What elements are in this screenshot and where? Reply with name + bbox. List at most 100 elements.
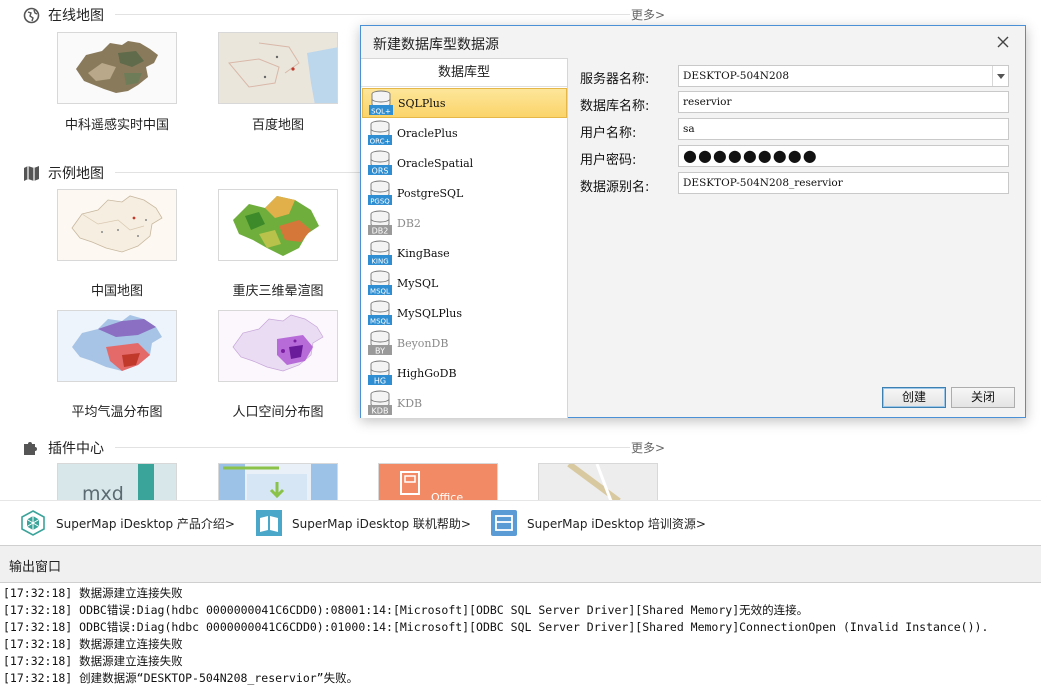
close-icon [997, 36, 1009, 48]
svg-text:DB2: DB2 [372, 227, 389, 236]
training-resource-link[interactable]: SuperMap iDesktop 培训资源> [491, 510, 706, 536]
thumb-label-chongqing-3d[interactable]: 重庆三维晕渲图 [198, 280, 358, 299]
sample-maps-header: 示例地图 [22, 163, 104, 183]
db-type-label: BeyonDB [397, 336, 449, 350]
svg-text:PGSQ: PGSQ [370, 198, 390, 206]
online-maps-title: 在线地图 [48, 8, 104, 24]
thumb-label-china-map[interactable]: 中国地图 [37, 280, 197, 299]
sample-maps-title: 示例地图 [48, 166, 104, 182]
output-window-title: 输出窗口 [9, 560, 62, 575]
db-type-highgodb[interactable]: HG HighGoDB [362, 358, 567, 388]
output-window-header[interactable]: 输出窗口 [0, 545, 1041, 583]
output-window-log[interactable]: [17:32:18] 数据源建立连接失败 [17:32:18] ODBC错误:D… [0, 583, 1041, 697]
db-type-beyondb[interactable]: BY BeyonDB [362, 328, 567, 358]
map-icon [22, 164, 40, 182]
db-type-label: OraclePlus [397, 126, 458, 140]
svg-text:KING: KING [371, 258, 388, 266]
datasource-alias-input[interactable]: DESKTOP-504N208_reservior [678, 172, 1009, 194]
thumb-label-population[interactable]: 人口空间分布图 [198, 401, 358, 420]
user-name-input[interactable]: sa [678, 118, 1009, 140]
svg-text:BY: BY [375, 347, 385, 356]
thumb-label-baidu-map[interactable]: 百度地图 [198, 114, 358, 133]
password-input[interactable]: ●●●●●●●●● [678, 145, 1009, 167]
online-maps-header: 在线地图 [22, 5, 104, 25]
create-button[interactable]: 创建 [882, 387, 946, 408]
svg-text:MSQL: MSQL [370, 318, 390, 326]
db-type-label: KDB [397, 396, 423, 410]
db-type-kingbase[interactable]: KING KingBase [362, 238, 567, 268]
db-type-db2[interactable]: DB2 DB2 [362, 208, 567, 238]
product-intro-icon [21, 510, 45, 536]
online-maps-more-link[interactable]: 更多> [631, 6, 665, 23]
close-button[interactable]: 关闭 [951, 387, 1015, 408]
database-icon: DB2 [368, 210, 392, 236]
db-type-label: KingBase [397, 246, 450, 260]
thumb-label-realtime-china[interactable]: 中科遥感实时中国 [37, 114, 197, 133]
training-resource-label: SuperMap iDesktop 培训资源> [527, 516, 706, 531]
server-name-value: DESKTOP-504N208 [683, 70, 790, 82]
chevron-down-icon[interactable] [992, 66, 1008, 86]
server-name-combobox[interactable]: DESKTOP-504N208 [678, 65, 1009, 87]
database-icon: KDB [368, 390, 392, 416]
thumb-label-avg-temperature[interactable]: 平均气温分布图 [37, 401, 197, 420]
log-line: [17:32:18] ODBC错误:Diag(hdbc 0000000041C6… [3, 620, 989, 634]
resource-bar: SuperMap iDesktop 产品介绍> SuperMap iDeskto… [0, 500, 1041, 545]
log-line: [17:32:18] 数据源建立连接失败 [3, 637, 183, 651]
section-divider [115, 447, 630, 448]
db-type-mysqlplus[interactable]: MSQL MySQLPlus [362, 298, 567, 328]
globe-icon [22, 6, 40, 24]
database-name-input[interactable]: reservior [678, 91, 1009, 113]
svg-text:MSQL: MSQL [370, 288, 390, 296]
database-icon: ORS [368, 150, 392, 176]
plugins-more-link[interactable]: 更多> [631, 439, 665, 456]
plugins-title: 插件中心 [48, 441, 104, 457]
db-type-label: HighGoDB [397, 366, 457, 380]
database-icon: KING [368, 240, 392, 266]
db-type-label: MySQL [397, 276, 439, 290]
database-type-panel: 数据库型 SQL+ SQLPlus ORC+ OraclePlus ORS OracleS… [361, 58, 568, 418]
plugins-header: 插件中心 [22, 438, 104, 458]
log-line: [17:32:18] 数据源建立连接失败 [3, 586, 183, 600]
product-intro-label: SuperMap iDesktop 产品介绍> [56, 516, 235, 531]
db-type-oracleplus[interactable]: ORC+ OraclePlus [362, 118, 567, 148]
thumb-plugin-mxd[interactable]: mxd [57, 463, 177, 500]
db-type-sqlplus[interactable]: SQL+ SQLPlus [362, 88, 567, 118]
plugin-office-text: Office [431, 491, 463, 500]
online-help-icon [256, 510, 282, 536]
db-type-oraclespatial[interactable]: ORS OracleSpatial [362, 148, 567, 178]
thumb-baidu-map[interactable] [218, 32, 338, 104]
db-type-mysql[interactable]: MSQL MySQL [362, 268, 567, 298]
training-resource-icon [491, 510, 517, 536]
thumb-plugin-download[interactable] [218, 463, 338, 500]
thumb-realtime-china[interactable] [57, 32, 177, 104]
new-database-datasource-dialog: 新建数据库型数据源 数据库型 SQL+ SQLPlus ORC+ OraclePlus… [360, 25, 1026, 418]
dialog-title: 新建数据库型数据源 [373, 37, 499, 53]
product-intro-link[interactable]: SuperMap iDesktop 产品介绍> [20, 510, 235, 536]
database-name-label: 数据库名称: [580, 99, 650, 114]
db-type-label: SQLPlus [398, 96, 446, 110]
log-line: [17:32:18] ODBC错误:Diag(hdbc 0000000041C6… [3, 603, 809, 617]
password-label: 用户密码: [580, 153, 637, 168]
svg-text:KDB: KDB [372, 407, 389, 416]
db-type-postgresql[interactable]: PGSQ PostgreSQL [362, 178, 567, 208]
svg-text:ORC+: ORC+ [370, 138, 391, 146]
svg-text:ORS: ORS [372, 167, 389, 176]
log-line: [17:32:18] 创建数据源“DESKTOP-504N208_reservi… [3, 671, 359, 685]
thumb-population[interactable] [218, 310, 338, 382]
thumb-plugin-office[interactable]: Office [378, 463, 498, 500]
online-help-link[interactable]: SuperMap iDesktop 联机帮助> [256, 510, 471, 536]
db-type-label: OracleSpatial [397, 156, 474, 170]
database-icon: PGSQ [368, 180, 392, 206]
db-type-kdb[interactable]: KDB KDB [362, 388, 567, 418]
thumb-avg-temperature[interactable] [57, 310, 177, 382]
dialog-close-button[interactable] [993, 32, 1013, 52]
database-icon: ORC+ [368, 120, 392, 146]
database-icon: MSQL [368, 270, 392, 296]
svg-text:HG: HG [374, 377, 386, 386]
online-help-label: SuperMap iDesktop 联机帮助> [292, 516, 471, 531]
thumb-plugin-map[interactable] [538, 463, 658, 500]
thumb-chongqing-3d[interactable] [218, 189, 338, 261]
server-name-label: 服务器名称: [580, 72, 650, 87]
puzzle-icon [22, 439, 40, 457]
thumb-china-map[interactable] [57, 189, 177, 261]
